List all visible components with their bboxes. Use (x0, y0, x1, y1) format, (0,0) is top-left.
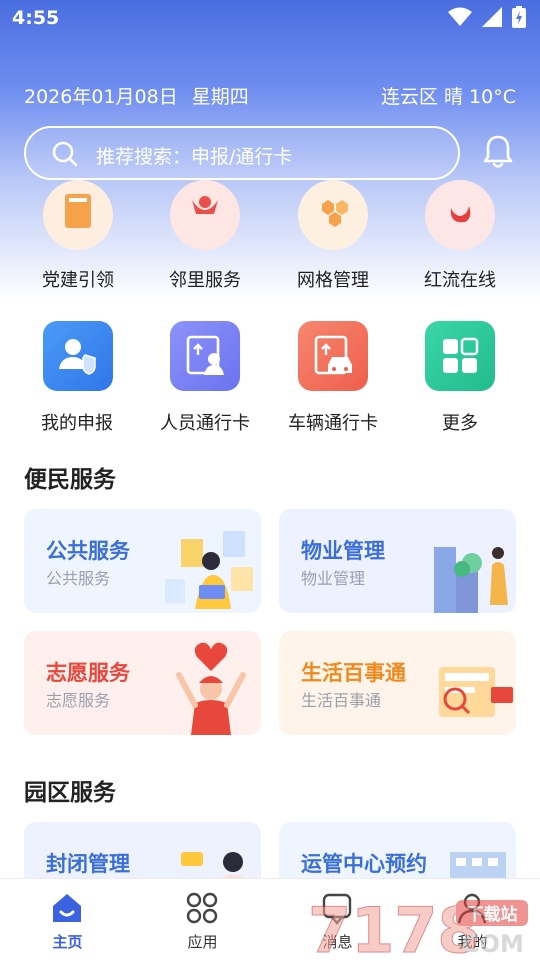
card-title: 生活百事通 (301, 661, 406, 685)
quick-action-more[interactable]: 更多 (405, 321, 540, 441)
card-life-guide[interactable]: 生活百事通 生活百事通 (279, 631, 516, 735)
card-subtitle: 生活百事通 (301, 691, 382, 710)
watermark-logo: 7178 下载站 COM (308, 894, 528, 960)
notification-bell-icon[interactable] (482, 134, 514, 170)
home-icon (53, 894, 81, 922)
card-subtitle: 志愿服务 (46, 691, 111, 710)
top-services-grid: 党建引领 邻里服务 网格管理 红流在线 (0, 180, 540, 320)
service-neighborhood[interactable]: 邻里服务 (135, 180, 270, 320)
signal-icon (482, 7, 502, 27)
nav-label: 应用 (187, 933, 218, 951)
site-watermark: 7178 下载站 COM (306, 892, 536, 960)
card-subtitle: 物业管理 (301, 569, 366, 588)
user-shield-icon (59, 339, 96, 375)
card-subtitle: 公共服务 (46, 569, 111, 588)
section-title-convenience: 便民服务 (24, 467, 116, 493)
volunteer-heart-illustration (176, 642, 246, 735)
search-input[interactable]: 推荐搜索：申报/通行卡 (24, 126, 460, 180)
weather-display: 连云区 晴 10°C (380, 86, 516, 108)
card-title: 物业管理 (301, 539, 385, 563)
service-red-online[interactable]: 红流在线 (405, 180, 540, 320)
card-public-service[interactable]: 公共服务 公共服务 (24, 509, 261, 613)
public-service-illustration (165, 531, 253, 609)
car-pass-icon (314, 335, 352, 375)
card-property-management[interactable]: 物业管理 物业管理 (279, 509, 516, 613)
grid-more-icon (443, 337, 479, 373)
hexagon-grid-icon (322, 200, 348, 227)
search-placeholder: 推荐搜索：申报/通行卡 (96, 146, 293, 168)
card-title: 志愿服务 (46, 661, 130, 685)
quick-actions-grid: 我的申报 人员通行卡 车辆通行卡 更多 (0, 321, 540, 441)
nav-home[interactable]: 主页 (0, 879, 135, 960)
card-volunteer-service[interactable]: 志愿服务 志愿服务 (24, 631, 261, 735)
card-title: 公共服务 (46, 539, 130, 563)
weekday-text: 星期四 (191, 86, 249, 108)
service-grid-management[interactable]: 网格管理 (270, 180, 405, 320)
book-icon (65, 194, 91, 228)
red-flag-swirl-icon (450, 206, 471, 223)
card-title: 封闭管理 (46, 852, 130, 876)
nav-label: 主页 (52, 933, 83, 951)
service-party-building[interactable]: 党建引领 (0, 180, 135, 320)
quick-action-my-declaration[interactable]: 我的申报 (0, 321, 135, 441)
service-label: 红流在线 (424, 270, 496, 291)
date-text: 2026年01月08日 (24, 86, 178, 108)
nav-apps[interactable]: 应用 (135, 879, 270, 960)
card-title: 运管中心预约 (301, 852, 427, 876)
person-pass-icon (186, 335, 224, 375)
battery-icon (512, 6, 526, 28)
life-guide-illustration (439, 667, 513, 717)
section-title-park: 园区服务 (24, 780, 116, 806)
date-display: 2026年01月08日 星期四 (24, 82, 249, 109)
watermark-number: 7178 (308, 894, 481, 960)
helping-hands-icon (192, 196, 218, 214)
quick-action-person-pass[interactable]: 人员通行卡 (135, 321, 270, 441)
watermark-tag: 下载站 (467, 904, 518, 925)
status-time: 4:55 (12, 7, 60, 29)
status-bar: 4:55 (0, 0, 540, 38)
property-building-illustration (434, 547, 508, 613)
quick-action-label: 更多 (442, 413, 478, 434)
wifi-icon (448, 7, 472, 26)
apps-icon (186, 892, 218, 924)
watermark-suffix: COM (462, 930, 524, 958)
search-icon (52, 141, 78, 167)
